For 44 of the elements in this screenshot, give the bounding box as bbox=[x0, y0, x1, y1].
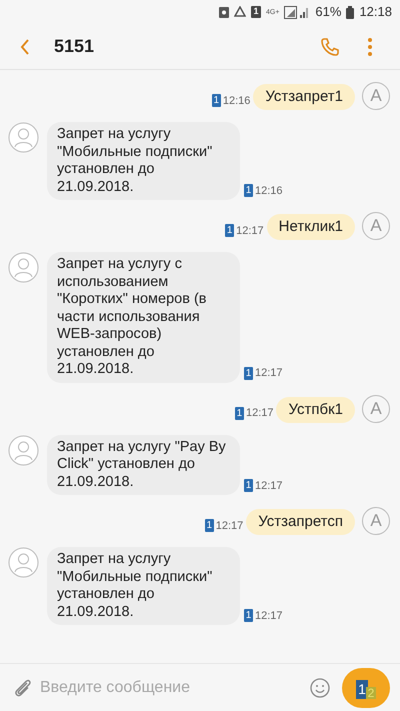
message-time: 12:17 bbox=[246, 406, 274, 421]
phone-icon[interactable] bbox=[320, 36, 340, 56]
battery-icon bbox=[346, 6, 354, 18]
sim-badge: 1 bbox=[244, 609, 253, 622]
sent-message-bubble: Устзапрет1 bbox=[253, 84, 355, 110]
clock: 12:18 bbox=[359, 3, 392, 22]
received-message-bubble: Запрет на услугу "Мобильные подписки" установлен до 21.09.2018. bbox=[47, 122, 240, 200]
sim-badge: 1 bbox=[250, 6, 261, 18]
signal-icon bbox=[284, 6, 310, 18]
contact-avatar-icon bbox=[8, 122, 39, 153]
sim-badge: 1 bbox=[234, 406, 244, 420]
sent-message-bubble: Устзапретсп bbox=[246, 509, 355, 535]
message-time: 12:17 bbox=[255, 478, 283, 494]
message-time: 12:17 bbox=[216, 518, 244, 534]
message-time: 12:17 bbox=[255, 608, 283, 624]
message-time: 12:17 bbox=[255, 366, 283, 381]
message-time: 12:17 bbox=[236, 224, 264, 238]
sim-badge: 1 bbox=[212, 94, 221, 108]
contact-avatar-icon bbox=[8, 252, 39, 283]
sim-badge: 1 bbox=[225, 224, 234, 238]
avatar: A bbox=[362, 212, 390, 240]
battery-percent: 61% bbox=[315, 3, 342, 22]
received-message-bubble: Запрет на услугу "Мобильные подписки" установлен до 21.09.2018. bbox=[47, 547, 240, 625]
avatar: A bbox=[362, 82, 390, 110]
sent-message-bubble: Устпбк1 bbox=[276, 396, 355, 422]
received-message-bubble: Запрет на услугу "Pay By Click" установлен до 21.09.2018. bbox=[47, 434, 240, 495]
contact-avatar-icon bbox=[8, 547, 39, 578]
sim-badge: 1 bbox=[204, 519, 214, 532]
back-icon[interactable] bbox=[20, 38, 30, 54]
sim-badge: 1 bbox=[244, 184, 253, 198]
avatar: A bbox=[362, 394, 390, 422]
sim-badge: 1 bbox=[244, 366, 253, 380]
contact-title: 5151 bbox=[54, 35, 94, 58]
sim-badge: 1 bbox=[244, 479, 253, 492]
sent-message-bubble: Нетклик1 bbox=[266, 214, 355, 240]
avatar: A bbox=[362, 507, 390, 535]
message-field[interactable]: Введите сообщение bbox=[40, 676, 310, 700]
contact-avatar-icon bbox=[8, 434, 39, 466]
more-options-icon[interactable] bbox=[368, 38, 372, 56]
received-message-bubble: Запрет на услугу с использованием "Коротких" номеров (в части использования WEB-запросов) установлен до 21.09.2018. bbox=[47, 252, 240, 382]
notification-icon bbox=[218, 6, 229, 18]
emoji-icon[interactable] bbox=[310, 678, 330, 698]
message-time: 12:16 bbox=[255, 184, 283, 198]
message-time: 12:16 bbox=[222, 94, 250, 108]
